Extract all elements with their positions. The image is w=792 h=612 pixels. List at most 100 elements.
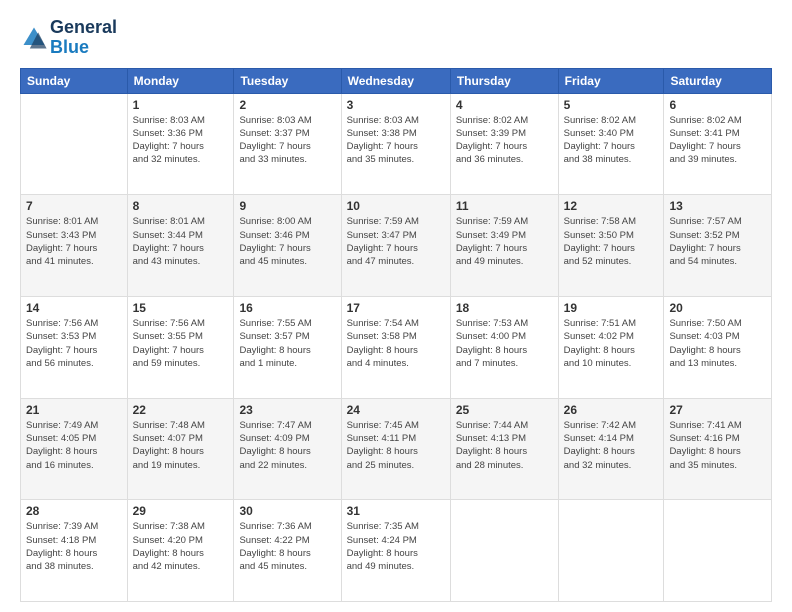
calendar-cell: 26 Sunrise: 7:42 AM Sunset: 4:14 PM Dayli…	[558, 398, 664, 500]
calendar-cell: 27 Sunrise: 7:41 AM Sunset: 4:16 PM Dayli…	[664, 398, 772, 500]
calendar-cell: 30 Sunrise: 7:36 AM Sunset: 4:22 PM Dayli…	[234, 500, 341, 602]
day-info: Sunrise: 7:44 AM Sunset: 4:13 PM Dayligh…	[456, 419, 553, 472]
day-info: Sunrise: 7:51 AM Sunset: 4:02 PM Dayligh…	[564, 317, 659, 370]
day-info: Sunrise: 8:03 AM Sunset: 3:38 PM Dayligh…	[347, 114, 445, 167]
day-info: Sunrise: 7:48 AM Sunset: 4:07 PM Dayligh…	[133, 419, 229, 472]
calendar-cell: 1 Sunrise: 8:03 AM Sunset: 3:36 PM Daylig…	[127, 93, 234, 195]
day-info: Sunrise: 7:56 AM Sunset: 3:53 PM Dayligh…	[26, 317, 122, 370]
day-number: 14	[26, 301, 122, 315]
calendar-cell	[450, 500, 558, 602]
day-info: Sunrise: 7:57 AM Sunset: 3:52 PM Dayligh…	[669, 215, 766, 268]
calendar-cell: 7 Sunrise: 8:01 AM Sunset: 3:43 PM Daylig…	[21, 195, 128, 297]
day-info: Sunrise: 7:36 AM Sunset: 4:22 PM Dayligh…	[239, 520, 335, 573]
calendar-cell: 2 Sunrise: 8:03 AM Sunset: 3:37 PM Daylig…	[234, 93, 341, 195]
calendar-week-5: 28Sunrise: 7:39 AM Sunset: 4:18 PM Dayli…	[21, 500, 772, 602]
calendar-cell: 19Sunrise: 7:51 AM Sunset: 4:02 PM Dayli…	[558, 296, 664, 398]
day-info: Sunrise: 7:49 AM Sunset: 4:05 PM Dayligh…	[26, 419, 122, 472]
day-info: Sunrise: 7:53 AM Sunset: 4:00 PM Dayligh…	[456, 317, 553, 370]
calendar-cell	[21, 93, 128, 195]
calendar-header-thursday: Thursday	[450, 68, 558, 93]
day-number: 8	[133, 199, 229, 213]
day-number: 26	[564, 403, 659, 417]
calendar-header-tuesday: Tuesday	[234, 68, 341, 93]
day-info: Sunrise: 8:02 AM Sunset: 3:39 PM Dayligh…	[456, 114, 553, 167]
day-info: Sunrise: 7:47 AM Sunset: 4:09 PM Dayligh…	[239, 419, 335, 472]
day-number: 18	[456, 301, 553, 315]
day-number: 25	[456, 403, 553, 417]
day-number: 17	[347, 301, 445, 315]
calendar-header-monday: Monday	[127, 68, 234, 93]
day-info: Sunrise: 8:03 AM Sunset: 3:36 PM Dayligh…	[133, 114, 229, 167]
day-number: 22	[133, 403, 229, 417]
day-info: Sunrise: 7:50 AM Sunset: 4:03 PM Dayligh…	[669, 317, 766, 370]
day-info: Sunrise: 7:56 AM Sunset: 3:55 PM Dayligh…	[133, 317, 229, 370]
day-number: 13	[669, 199, 766, 213]
page: General Blue SundayMondayTuesdayWednesda…	[0, 0, 792, 612]
day-info: Sunrise: 7:59 AM Sunset: 3:49 PM Dayligh…	[456, 215, 553, 268]
calendar-cell: 23 Sunrise: 7:47 AM Sunset: 4:09 PM Dayli…	[234, 398, 341, 500]
day-info: Sunrise: 7:35 AM Sunset: 4:24 PM Dayligh…	[347, 520, 445, 573]
calendar-cell: 3 Sunrise: 8:03 AM Sunset: 3:38 PM Daylig…	[341, 93, 450, 195]
calendar-cell: 24 Sunrise: 7:45 AM Sunset: 4:11 PM Dayli…	[341, 398, 450, 500]
day-number: 23	[239, 403, 335, 417]
calendar-cell: 21 Sunrise: 7:49 AM Sunset: 4:05 PM Dayli…	[21, 398, 128, 500]
day-number: 1	[133, 98, 229, 112]
calendar-cell: 22 Sunrise: 7:48 AM Sunset: 4:07 PM Dayli…	[127, 398, 234, 500]
day-info: Sunrise: 8:02 AM Sunset: 3:40 PM Dayligh…	[564, 114, 659, 167]
day-info: Sunrise: 7:38 AM Sunset: 4:20 PM Dayligh…	[133, 520, 229, 573]
calendar-header-wednesday: Wednesday	[341, 68, 450, 93]
day-number: 5	[564, 98, 659, 112]
calendar-cell	[664, 500, 772, 602]
calendar-header-saturday: Saturday	[664, 68, 772, 93]
calendar-cell: 31 Sunrise: 7:35 AM Sunset: 4:24 PM Dayli…	[341, 500, 450, 602]
day-info: Sunrise: 7:39 AM Sunset: 4:18 PM Dayligh…	[26, 520, 122, 573]
day-number: 12	[564, 199, 659, 213]
calendar-week-1: 1 Sunrise: 8:03 AM Sunset: 3:36 PM Daylig…	[21, 93, 772, 195]
day-info: Sunrise: 7:58 AM Sunset: 3:50 PM Dayligh…	[564, 215, 659, 268]
calendar-cell: 17 Sunrise: 7:54 AM Sunset: 3:58 PM Dayli…	[341, 296, 450, 398]
calendar-table: SundayMondayTuesdayWednesdayThursdayFrid…	[20, 68, 772, 602]
calendar-cell: 25 Sunrise: 7:44 AM Sunset: 4:13 PM Dayli…	[450, 398, 558, 500]
day-number: 24	[347, 403, 445, 417]
day-number: 4	[456, 98, 553, 112]
calendar-cell: 15 Sunrise: 7:56 AM Sunset: 3:55 PM Dayli…	[127, 296, 234, 398]
day-number: 16	[239, 301, 335, 315]
day-info: Sunrise: 8:01 AM Sunset: 3:43 PM Dayligh…	[26, 215, 122, 268]
calendar-cell: 13 Sunrise: 7:57 AM Sunset: 3:52 PM Dayli…	[664, 195, 772, 297]
calendar-header-sunday: Sunday	[21, 68, 128, 93]
day-number: 7	[26, 199, 122, 213]
day-number: 29	[133, 504, 229, 518]
day-info: Sunrise: 7:42 AM Sunset: 4:14 PM Dayligh…	[564, 419, 659, 472]
calendar-cell: 29 Sunrise: 7:38 AM Sunset: 4:20 PM Dayli…	[127, 500, 234, 602]
header: General Blue	[20, 18, 772, 58]
day-number: 15	[133, 301, 229, 315]
calendar-cell: 16 Sunrise: 7:55 AM Sunset: 3:57 PM Dayli…	[234, 296, 341, 398]
calendar-cell: 4 Sunrise: 8:02 AM Sunset: 3:39 PM Daylig…	[450, 93, 558, 195]
calendar-week-4: 21 Sunrise: 7:49 AM Sunset: 4:05 PM Dayli…	[21, 398, 772, 500]
day-number: 3	[347, 98, 445, 112]
day-number: 21	[26, 403, 122, 417]
day-info: Sunrise: 7:55 AM Sunset: 3:57 PM Dayligh…	[239, 317, 335, 370]
calendar-cell: 11Sunrise: 7:59 AM Sunset: 3:49 PM Dayli…	[450, 195, 558, 297]
logo-text-blue: Blue	[50, 38, 117, 58]
calendar-week-3: 14 Sunrise: 7:56 AM Sunset: 3:53 PM Dayli…	[21, 296, 772, 398]
day-info: Sunrise: 8:03 AM Sunset: 3:37 PM Dayligh…	[239, 114, 335, 167]
calendar-cell: 18 Sunrise: 7:53 AM Sunset: 4:00 PM Dayli…	[450, 296, 558, 398]
day-info: Sunrise: 7:41 AM Sunset: 4:16 PM Dayligh…	[669, 419, 766, 472]
day-info: Sunrise: 7:54 AM Sunset: 3:58 PM Dayligh…	[347, 317, 445, 370]
day-number: 27	[669, 403, 766, 417]
calendar-cell: 20 Sunrise: 7:50 AM Sunset: 4:03 PM Dayli…	[664, 296, 772, 398]
day-number: 20	[669, 301, 766, 315]
calendar-cell: 14 Sunrise: 7:56 AM Sunset: 3:53 PM Dayli…	[21, 296, 128, 398]
calendar-cell: 9 Sunrise: 8:00 AM Sunset: 3:46 PM Daylig…	[234, 195, 341, 297]
day-number: 30	[239, 504, 335, 518]
day-info: Sunrise: 7:45 AM Sunset: 4:11 PM Dayligh…	[347, 419, 445, 472]
day-info: Sunrise: 8:00 AM Sunset: 3:46 PM Dayligh…	[239, 215, 335, 268]
calendar-cell: 28Sunrise: 7:39 AM Sunset: 4:18 PM Dayli…	[21, 500, 128, 602]
day-number: 10	[347, 199, 445, 213]
calendar-cell: 12 Sunrise: 7:58 AM Sunset: 3:50 PM Dayli…	[558, 195, 664, 297]
day-number: 9	[239, 199, 335, 213]
day-number: 31	[347, 504, 445, 518]
calendar-cell: 10Sunrise: 7:59 AM Sunset: 3:47 PM Dayli…	[341, 195, 450, 297]
day-number: 2	[239, 98, 335, 112]
